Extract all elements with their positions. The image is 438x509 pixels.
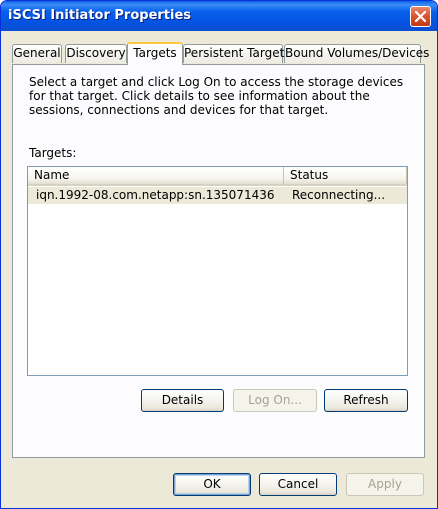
tab-general[interactable]: General — [12, 44, 62, 63]
column-header-name[interactable]: Name — [28, 167, 284, 184]
instructions-text: Select a target and click Log On to acce… — [29, 75, 404, 117]
target-status-cell: Reconnecting... — [292, 188, 386, 202]
cancel-button[interactable]: Cancel — [259, 473, 337, 496]
log-on-button[interactable]: Log On... — [233, 389, 317, 412]
tab-targets[interactable]: Targets — [127, 42, 183, 65]
target-name-cell: iqn.1992-08.com.netapp:sn.135071436 — [36, 188, 275, 202]
close-button[interactable] — [410, 6, 431, 27]
list-header: Name Status — [28, 167, 407, 186]
iscsi-properties-window: iSCSI Initiator Properties General Disco… — [0, 0, 438, 509]
window-title: iSCSI Initiator Properties — [8, 8, 192, 23]
targets-tab-panel: Select a target and click Log On to acce… — [12, 64, 425, 458]
apply-button[interactable]: Apply — [346, 473, 424, 496]
table-row[interactable]: iqn.1992-08.com.netapp:sn.135071436 Reco… — [28, 187, 407, 204]
title-bar[interactable]: iSCSI Initiator Properties — [1, 1, 437, 31]
close-icon — [415, 11, 426, 22]
targets-list[interactable]: Name Status iqn.1992-08.com.netapp:sn.13… — [27, 166, 408, 376]
tab-discovery[interactable]: Discovery — [65, 44, 127, 63]
tab-persistent-targets[interactable]: Persistent Targets — [183, 44, 291, 63]
column-header-status[interactable]: Status — [284, 167, 407, 184]
tab-bound-volumes-devices[interactable]: Bound Volumes/Devices — [284, 44, 429, 63]
targets-label: Targets: — [29, 146, 77, 160]
details-button[interactable]: Details — [141, 389, 224, 412]
ok-button[interactable]: OK — [173, 473, 251, 496]
refresh-button[interactable]: Refresh — [324, 389, 408, 412]
